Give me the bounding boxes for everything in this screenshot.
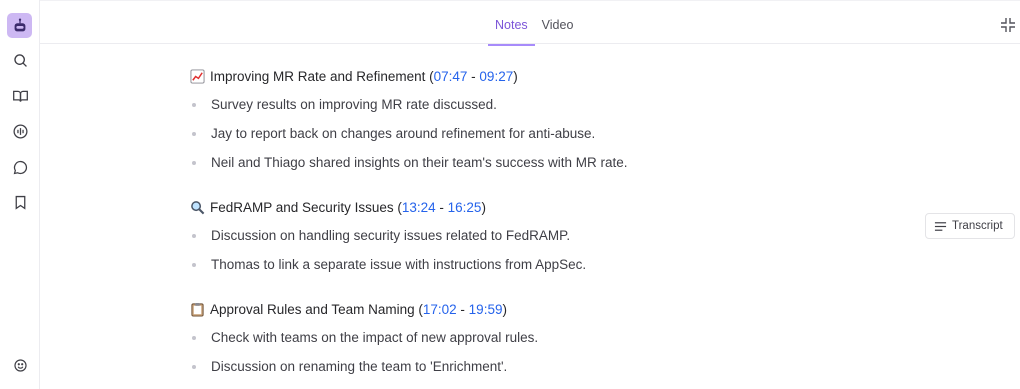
list-item: Discussion on renaming the team to 'Enri… bbox=[190, 352, 890, 381]
list-item: Check with teams on the impact of new ap… bbox=[190, 323, 890, 352]
sidebar bbox=[0, 0, 40, 389]
list-item: Discussion on handling security issues r… bbox=[190, 221, 890, 250]
section-heading: Approval Rules and Team Naming (17:02 - … bbox=[190, 299, 890, 319]
chat-bubble-icon[interactable] bbox=[8, 155, 32, 179]
section-title: FedRAMP and Security Issues bbox=[210, 199, 394, 215]
paren: ) bbox=[481, 199, 486, 215]
top-bar: Notes Video bbox=[40, 0, 1020, 46]
timestamp-start-link[interactable]: 17:02 bbox=[423, 302, 457, 317]
paren: ) bbox=[513, 68, 518, 84]
timestamp-start-link[interactable]: 13:24 bbox=[402, 200, 436, 215]
view-tabs: Notes Video bbox=[488, 1, 581, 46]
lines-icon bbox=[934, 221, 947, 231]
search-icon[interactable] bbox=[8, 48, 32, 72]
timestamp-end-link[interactable]: 09:27 bbox=[479, 69, 513, 84]
book-icon[interactable] bbox=[8, 84, 32, 108]
dash: - bbox=[456, 301, 469, 317]
timestamp-end-link[interactable]: 19:59 bbox=[469, 302, 503, 317]
dash: - bbox=[467, 68, 480, 84]
list-item: Jay to report back on changes around ref… bbox=[190, 119, 890, 148]
bullet-list: Survey results on improving MR rate disc… bbox=[190, 90, 890, 177]
bookmark-icon[interactable] bbox=[8, 190, 32, 214]
magnifying-glass-emoji bbox=[190, 200, 205, 215]
section-heading: FedRAMP and Security Issues (13:24 - 16:… bbox=[190, 197, 890, 217]
bullet-list: Check with teams on the impact of new ap… bbox=[190, 323, 890, 381]
section-title: Approval Rules and Team Naming bbox=[210, 301, 415, 317]
tab-notes[interactable]: Notes bbox=[488, 1, 535, 46]
list-item: Survey results on improving MR rate disc… bbox=[190, 90, 890, 119]
transcript-button-label: Transcript bbox=[952, 220, 1003, 232]
clipboard-emoji bbox=[190, 302, 205, 317]
chart-increasing-emoji bbox=[190, 68, 205, 84]
note-section: Improving MR Rate and Refinement (07:47 … bbox=[190, 66, 890, 177]
section-title: Improving MR Rate and Refinement bbox=[210, 68, 426, 84]
notes-panel: Improving MR Rate and Refinement (07:47 … bbox=[190, 66, 890, 389]
app-logo-icon[interactable] bbox=[7, 13, 32, 38]
dash: - bbox=[435, 199, 448, 215]
section-heading: Improving MR Rate and Refinement (07:47 … bbox=[190, 66, 890, 86]
smiley-icon[interactable] bbox=[8, 353, 32, 377]
list-item: Thomas to link a separate issue with ins… bbox=[190, 250, 890, 279]
timestamp-end-link[interactable]: 16:25 bbox=[448, 200, 482, 215]
paren: ) bbox=[502, 301, 507, 317]
transcript-button[interactable]: Transcript bbox=[925, 213, 1015, 239]
collapse-icon[interactable] bbox=[1000, 17, 1016, 33]
audio-waveform-icon[interactable] bbox=[8, 119, 32, 143]
bullet-list: Discussion on handling security issues r… bbox=[190, 221, 890, 279]
note-section: Approval Rules and Team Naming (17:02 - … bbox=[190, 299, 890, 381]
tab-video[interactable]: Video bbox=[535, 1, 581, 45]
note-section: FedRAMP and Security Issues (13:24 - 16:… bbox=[190, 197, 890, 279]
list-item: Neil and Thiago shared insights on their… bbox=[190, 148, 890, 177]
timestamp-start-link[interactable]: 07:47 bbox=[434, 69, 468, 84]
